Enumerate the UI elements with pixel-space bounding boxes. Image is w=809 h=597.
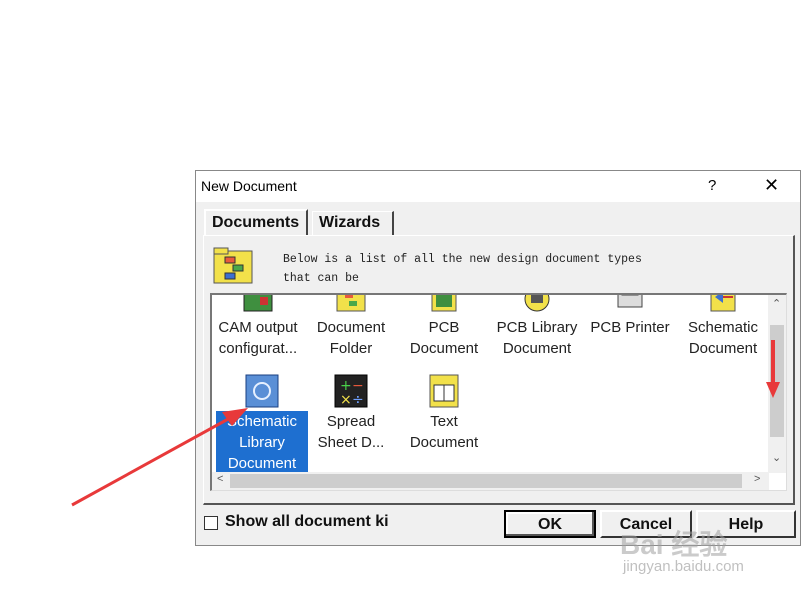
watermark-brand: Bai 经验 [620,529,728,560]
watermark-url: jingyan.baidu.com [623,558,744,575]
annotation-layer [71,340,780,507]
annotation-arrow-line [71,416,231,507]
annotation-arrowhead [222,408,248,426]
scroll-annotation-arrowhead [766,382,780,398]
